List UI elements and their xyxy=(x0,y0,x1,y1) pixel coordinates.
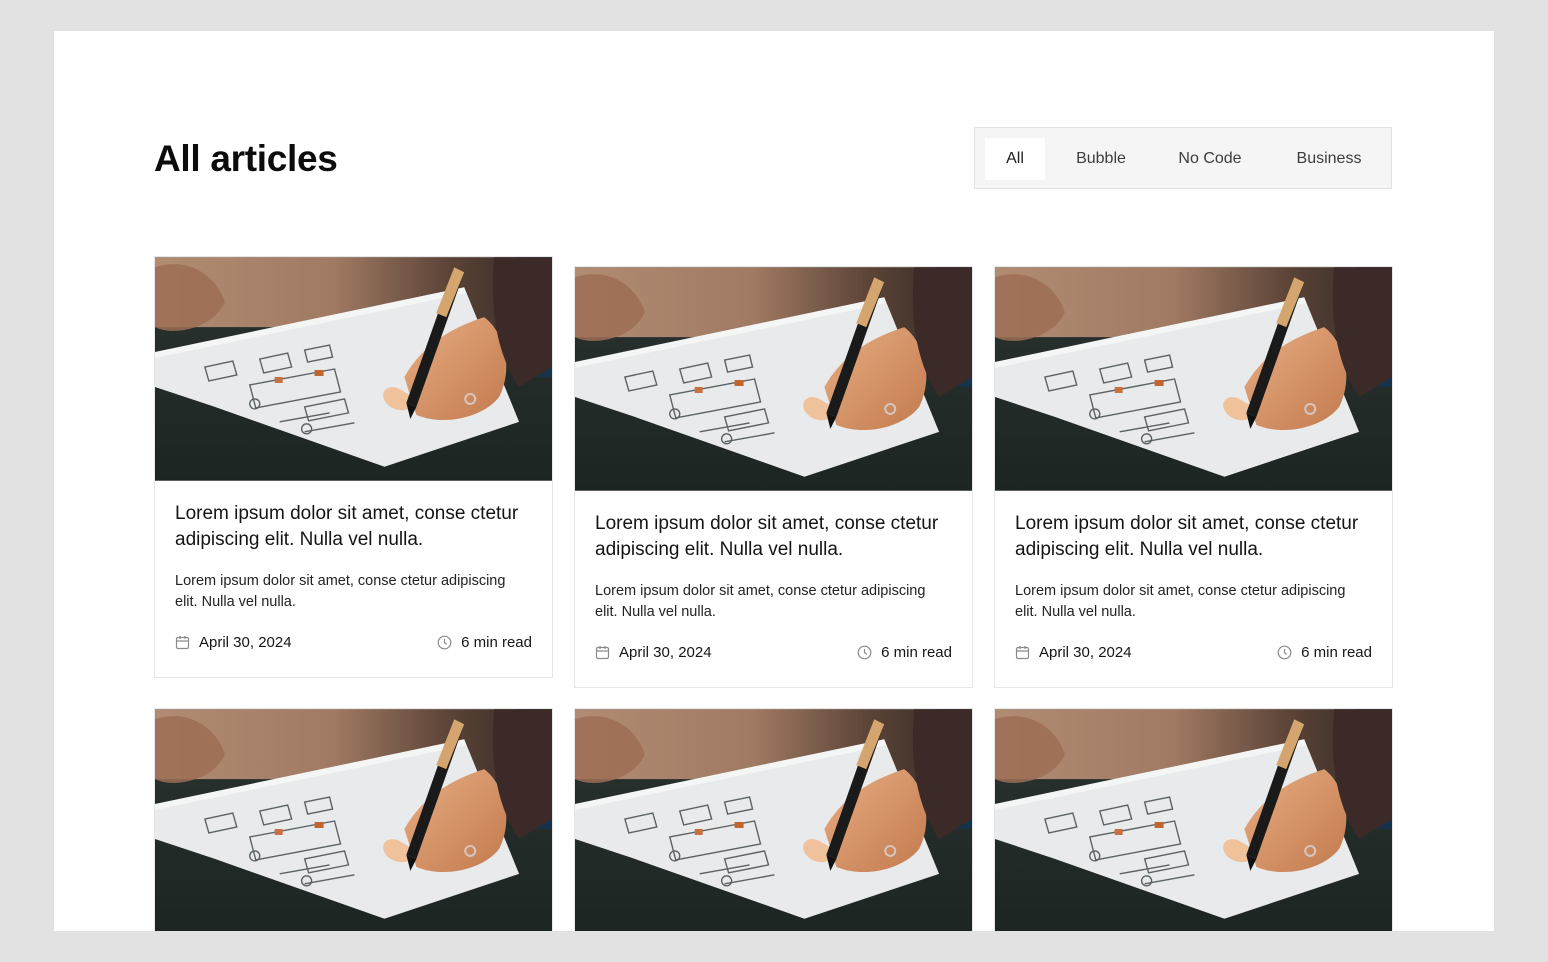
article-read-time-text: 6 min read xyxy=(881,643,952,661)
filter-bubble[interactable]: Bubble xyxy=(1062,138,1140,180)
article-thumbnail[interactable] xyxy=(995,709,1392,931)
calendar-icon xyxy=(1015,645,1030,659)
clock-icon xyxy=(1277,645,1292,659)
article-excerpt: Lorem ipsum dolor sit amet, conse ctetur… xyxy=(595,583,926,620)
article-date: April 30, 2024 xyxy=(175,634,292,651)
clock-icon xyxy=(437,635,452,649)
article-card[interactable]: Lorem ipsum dolor sit amet, conse ctetur… xyxy=(994,266,1393,688)
article-excerpt: Lorem ipsum dolor sit amet, conse ctetur… xyxy=(175,573,506,610)
clock-icon xyxy=(857,645,872,659)
article-date-text: April 30, 2024 xyxy=(199,633,292,651)
article-thumbnail[interactable] xyxy=(995,267,1392,491)
article-read-time-text: 6 min read xyxy=(1301,643,1372,661)
article-date: April 30, 2024 xyxy=(1015,644,1132,661)
article-card[interactable] xyxy=(154,708,553,931)
filter-no-code[interactable]: No Code xyxy=(1161,138,1259,180)
article-read-time: 6 min read xyxy=(1277,644,1372,661)
calendar-icon xyxy=(175,635,190,649)
article-thumbnail[interactable] xyxy=(155,257,552,481)
article-read-time: 6 min read xyxy=(437,634,532,651)
article-card[interactable]: Lorem ipsum dolor sit amet, conse ctetur… xyxy=(154,256,553,678)
article-thumbnail[interactable] xyxy=(575,267,972,491)
article-read-time: 6 min read xyxy=(857,644,952,661)
article-card[interactable]: Lorem ipsum dolor sit amet, conse ctetur… xyxy=(574,266,973,688)
article-read-time-text: 6 min read xyxy=(461,633,532,651)
article-meta: April 30, 2024 6 min read xyxy=(1015,641,1372,663)
article-thumbnail[interactable] xyxy=(575,709,972,931)
article-meta: April 30, 2024 6 min read xyxy=(175,631,532,653)
article-date-text: April 30, 2024 xyxy=(1039,643,1132,661)
article-title[interactable]: Lorem ipsum dolor sit amet, conse ctetur… xyxy=(1015,511,1372,563)
article-date-text: April 30, 2024 xyxy=(619,643,712,661)
page-title: All articles xyxy=(154,138,338,179)
article-card[interactable] xyxy=(574,708,973,931)
article-title[interactable]: Lorem ipsum dolor sit amet, conse ctetur… xyxy=(175,501,532,553)
article-card[interactable] xyxy=(994,708,1393,931)
filter-business[interactable]: Business xyxy=(1279,138,1379,180)
article-meta: April 30, 2024 6 min read xyxy=(595,641,952,663)
article-excerpt: Lorem ipsum dolor sit amet, conse ctetur… xyxy=(1015,583,1346,620)
articles-panel: All articles All Bubble No Code Business… xyxy=(54,31,1494,931)
filter-all[interactable]: All xyxy=(985,138,1045,180)
calendar-icon xyxy=(595,645,610,659)
article-date: April 30, 2024 xyxy=(595,644,712,661)
category-filter-bar: All Bubble No Code Business xyxy=(974,127,1392,189)
article-thumbnail[interactable] xyxy=(155,709,552,931)
article-title[interactable]: Lorem ipsum dolor sit amet, conse ctetur… xyxy=(595,511,952,563)
